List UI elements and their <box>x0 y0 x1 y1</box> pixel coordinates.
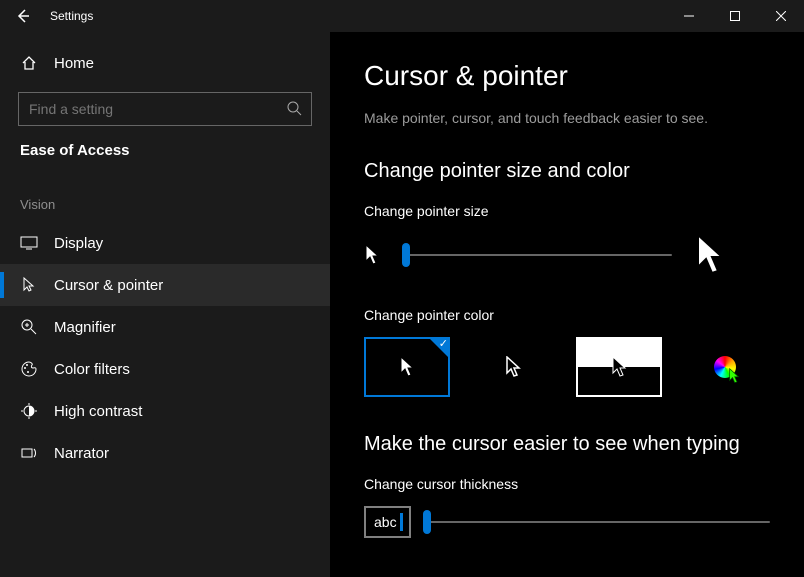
pointer-large-icon <box>694 233 726 277</box>
sidebar-item-magnifier[interactable]: Magnifier <box>0 306 330 348</box>
sidebar-item-label: Magnifier <box>54 319 116 336</box>
slider-thumb[interactable] <box>402 243 410 267</box>
arrow-left-icon <box>15 8 31 24</box>
sidebar-item-color-filters[interactable]: Color filters <box>0 348 330 390</box>
display-icon <box>20 234 38 252</box>
pointer-color-custom[interactable] <box>682 337 768 397</box>
titlebar: Settings <box>0 0 804 32</box>
sidebar-item-high-contrast[interactable]: High contrast <box>0 390 330 432</box>
section-size-color: Change pointer size and color <box>364 160 770 183</box>
cursor-white-icon <box>399 356 415 378</box>
back-button[interactable] <box>0 0 46 32</box>
cursor-thickness-row: abc <box>364 506 770 538</box>
pointer-color-inverted[interactable] <box>576 337 662 397</box>
sidebar-item-cursor-pointer[interactable]: Cursor & pointer <box>0 264 330 306</box>
maximize-icon <box>730 11 740 21</box>
search-icon <box>286 100 302 121</box>
minimize-icon <box>684 11 694 21</box>
window-controls <box>666 0 804 32</box>
page-description: Make pointer, cursor, and touch feedback… <box>364 110 770 126</box>
home-icon <box>20 54 38 72</box>
minimize-button[interactable] <box>666 0 712 32</box>
group-label: Vision <box>0 179 330 222</box>
pointer-color-label: Change pointer color <box>364 307 770 323</box>
pointer-color-white[interactable] <box>364 337 450 397</box>
maximize-button[interactable] <box>712 0 758 32</box>
pointer-color-options <box>364 337 770 397</box>
pointer-small-icon <box>364 244 380 266</box>
narrator-icon <box>20 444 38 462</box>
thickness-preview: abc <box>364 506 411 538</box>
sidebar: Home Ease of Access Vision Display Curso… <box>0 32 330 577</box>
palette-icon <box>20 360 38 378</box>
sidebar-item-label: High contrast <box>54 403 142 420</box>
sidebar-item-narrator[interactable]: Narrator <box>0 432 330 474</box>
magnifier-icon <box>20 318 38 336</box>
cursor-thickness-slider[interactable] <box>423 521 770 523</box>
sidebar-item-display[interactable]: Display <box>0 222 330 264</box>
sidebar-item-label: Color filters <box>54 361 130 378</box>
cursor-black-icon <box>505 356 521 378</box>
pointer-size-slider[interactable] <box>402 254 672 256</box>
cursor-thickness-label: Change cursor thickness <box>364 476 770 492</box>
sidebar-item-label: Narrator <box>54 445 109 462</box>
contrast-icon <box>20 402 38 420</box>
window-title: Settings <box>50 9 666 23</box>
category-label: Ease of Access <box>0 142 330 179</box>
home-button[interactable]: Home <box>0 44 330 82</box>
pointer-size-label: Change pointer size <box>364 203 770 219</box>
close-icon <box>776 11 786 21</box>
pointer-size-slider-row <box>364 233 770 277</box>
home-label: Home <box>54 55 94 72</box>
check-icon <box>428 337 450 359</box>
abc-text: abc <box>374 514 397 530</box>
slider-thumb[interactable] <box>423 510 431 534</box>
cursor-icon <box>20 276 38 294</box>
content-pane: Cursor & pointer Make pointer, cursor, a… <box>330 32 804 577</box>
cursor-inverted-icon <box>611 356 627 378</box>
search-input[interactable] <box>18 92 312 126</box>
section-cursor-typing: Make the cursor easier to see when typin… <box>364 433 770 456</box>
sidebar-item-label: Cursor & pointer <box>54 277 163 294</box>
close-button[interactable] <box>758 0 804 32</box>
cursor-green-icon <box>728 368 740 384</box>
pointer-color-black[interactable] <box>470 337 556 397</box>
sidebar-item-label: Display <box>54 235 103 252</box>
search-box[interactable] <box>18 92 312 126</box>
page-title: Cursor & pointer <box>364 60 770 92</box>
